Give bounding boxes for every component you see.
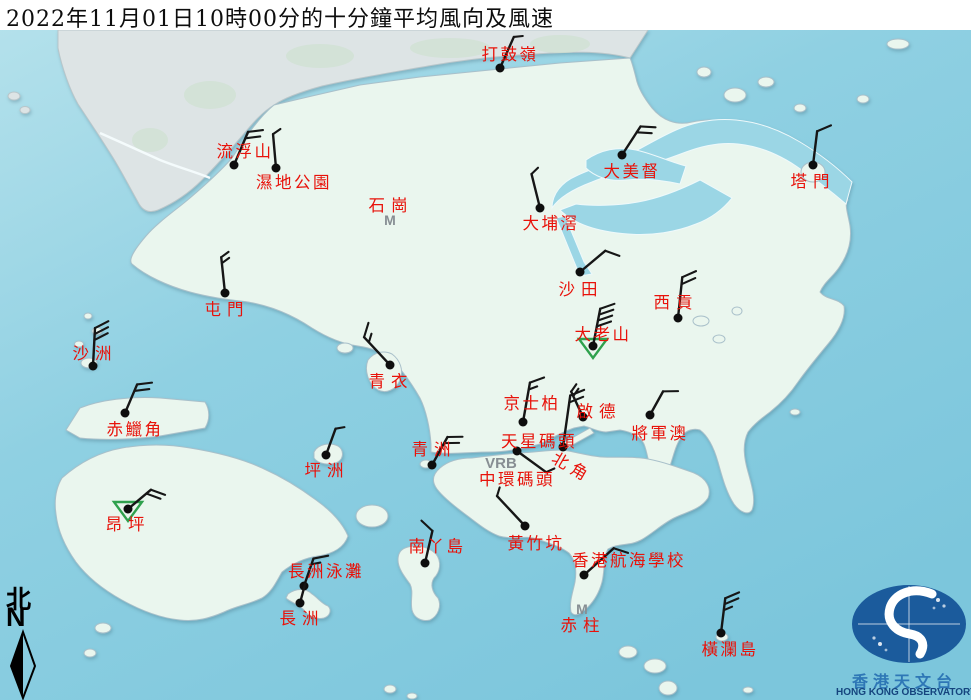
station-label: 西貢	[654, 293, 699, 312]
station-label: 大美督	[604, 162, 661, 181]
station-label: 流浮山	[217, 142, 274, 161]
station-dot	[296, 599, 305, 608]
wind-map-page: 打鼓嶺流浮山濕地公園 M 石崗 大美督塔門大埔滘沙田屯門 西貢沙洲 大老山青衣赤鱲角青洲 京…	[0, 0, 971, 700]
islet	[619, 646, 637, 658]
islet	[384, 685, 396, 693]
station-label: 赤鱲角	[107, 420, 164, 439]
station-dot	[221, 289, 230, 298]
station-dot	[580, 571, 589, 580]
station-label: 中環碼頭	[479, 470, 555, 489]
station-label: 青洲	[412, 440, 457, 459]
islet	[644, 659, 666, 673]
station-label: 橫瀾島	[702, 640, 759, 659]
station-dot	[646, 411, 655, 420]
station-dot	[496, 64, 505, 73]
islet	[8, 92, 20, 100]
islet	[20, 107, 30, 114]
station-dot	[230, 161, 239, 170]
north-arrow-icon	[4, 580, 48, 700]
station-label: 濕地公園	[256, 173, 332, 192]
green-patch	[410, 38, 490, 58]
islet	[887, 39, 909, 49]
green-patch	[184, 81, 236, 109]
station-label: 坪洲	[305, 461, 350, 480]
station-label: 赤柱	[561, 616, 606, 635]
station-dot	[121, 409, 130, 418]
station-label: 塔門	[791, 172, 836, 191]
station-label: 屯門	[205, 300, 250, 319]
islet	[732, 307, 742, 315]
islet	[857, 95, 869, 103]
station-dot	[519, 418, 528, 427]
station-dot	[521, 522, 530, 531]
islet	[758, 77, 774, 87]
islet	[95, 623, 111, 633]
station-label: 昂坪	[106, 515, 151, 534]
station-label: 黃竹坑	[508, 534, 565, 553]
station-dot	[717, 629, 726, 638]
station-label: 長洲泳灘	[288, 562, 364, 581]
green-patch	[530, 35, 590, 53]
station-dot	[322, 451, 331, 460]
station-label: 石崗	[369, 196, 414, 215]
islet	[713, 335, 725, 343]
station-dot	[536, 204, 545, 213]
station-dot	[576, 268, 585, 277]
hei-ling-chau	[356, 505, 388, 527]
station-label: 天星碼頭	[501, 432, 577, 451]
station-label: 長洲	[280, 609, 325, 628]
station-dot	[272, 164, 281, 173]
islet	[84, 313, 92, 319]
station-label: 啟德	[577, 402, 622, 421]
station-label: 沙洲	[73, 344, 118, 363]
data-marker-m: M	[576, 601, 588, 617]
station-label: 香港航海學校	[572, 551, 686, 570]
hong-kong-map: 打鼓嶺流浮山濕地公園 M 石崗 大美督塔門大埔滘沙田屯門 西貢沙洲 大老山青衣赤鱲角青洲 京…	[0, 0, 971, 700]
ma-wan	[337, 343, 353, 353]
station-label: 沙田	[559, 280, 604, 299]
islet	[407, 693, 417, 699]
green-patch	[132, 128, 168, 152]
station-dot	[809, 161, 818, 170]
hko-logo: 香港天文台 HONG KONG OBSERVATORY	[838, 582, 971, 700]
station-label: 打鼓嶺	[482, 45, 539, 64]
wind-barb-feather	[641, 126, 656, 127]
islet	[790, 409, 800, 415]
islet	[84, 649, 96, 657]
hko-name-en: HONG KONG OBSERVATORY	[836, 687, 971, 698]
station-dot	[674, 314, 683, 323]
islet	[659, 681, 677, 695]
station-label: 將軍澳	[632, 424, 689, 443]
station-label: 青衣	[369, 372, 414, 391]
islet	[693, 316, 709, 326]
map-title: 2022年11月01日10時00分的十分鐘平均風向及風速	[6, 1, 554, 33]
green-patch	[286, 44, 354, 68]
islet	[743, 687, 753, 693]
station-dot	[124, 505, 133, 514]
station-label: 南丫島	[409, 537, 466, 556]
station-label: 京士柏	[504, 394, 561, 413]
islet	[724, 88, 746, 102]
islet	[794, 104, 806, 112]
islet	[697, 67, 711, 77]
north-compass: 北 N	[4, 580, 48, 700]
wind-barb-feather	[637, 132, 652, 133]
title-bar: 2022年11月01日10時00分的十分鐘平均風向及風速	[0, 0, 971, 30]
station-label: 大埔滘	[523, 214, 580, 233]
station-label: 大老山	[575, 325, 632, 344]
wind-barb-feather	[514, 36, 523, 37]
station-dot	[428, 461, 437, 470]
station-dot	[386, 361, 395, 370]
station-dot	[618, 151, 627, 160]
station-dot	[421, 559, 430, 568]
